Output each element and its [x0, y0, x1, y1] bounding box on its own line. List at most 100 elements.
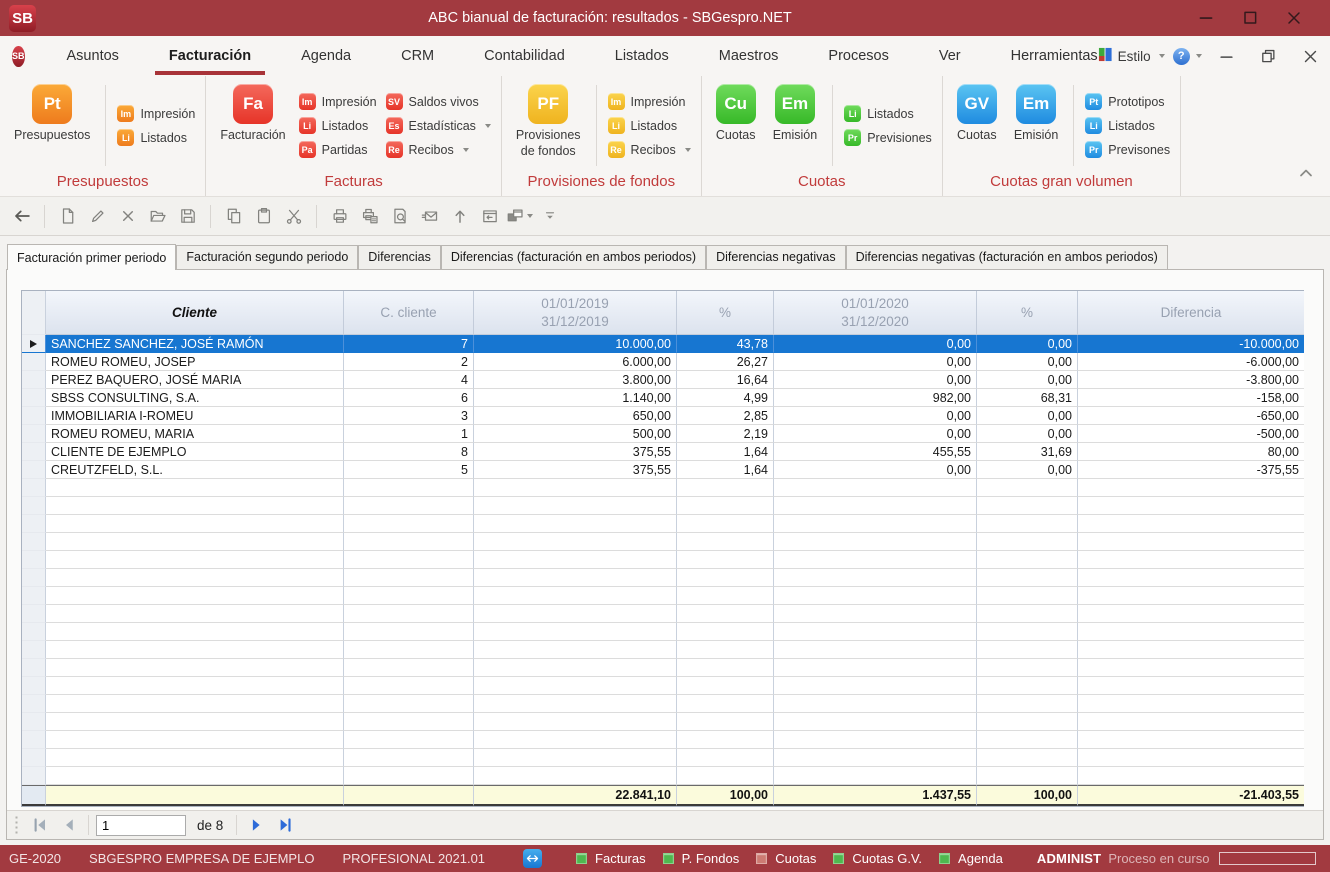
- ribbon-collapse-button[interactable]: [1296, 163, 1316, 188]
- column-header-periodo1[interactable]: 01/01/2019 31/12/2019: [474, 291, 677, 335]
- export-up-icon[interactable]: [446, 203, 473, 230]
- cell[interactable]: -500,00: [1078, 425, 1304, 443]
- paste-clipboard-icon[interactable]: [250, 203, 277, 230]
- cut-scissors-icon[interactable]: [280, 203, 307, 230]
- tab-diferencias[interactable]: Diferencias: [358, 245, 441, 269]
- cell[interactable]: 1: [344, 425, 474, 443]
- style-menu[interactable]: Estilo: [1098, 47, 1165, 65]
- menu-item-asuntos[interactable]: Asuntos: [67, 36, 119, 76]
- tab-diferencias-negativas[interactable]: Diferencias negativas: [706, 245, 846, 269]
- cell[interactable]: 2,19: [677, 425, 774, 443]
- ribbon-button-presupuestos[interactable]: PtPresupuestos: [10, 83, 94, 145]
- ribbon-button-recibos[interactable]: ReRecibos: [608, 141, 691, 158]
- cell[interactable]: 0,00: [977, 353, 1078, 371]
- cell[interactable]: ROMEU ROMEU, MARIA: [46, 425, 344, 443]
- cell[interactable]: ROMEU ROMEU, JOSEP: [46, 353, 344, 371]
- cell[interactable]: CLIENTE DE EJEMPLO: [46, 443, 344, 461]
- cell[interactable]: 0,00: [977, 371, 1078, 389]
- table-row[interactable]: ROMEU ROMEU, MARIA1500,002,190,000,00-50…: [22, 425, 1303, 443]
- open-folder-icon[interactable]: [144, 203, 171, 230]
- cell[interactable]: 0,00: [774, 335, 977, 353]
- menu-item-agenda[interactable]: Agenda: [301, 36, 351, 76]
- delete-x-icon[interactable]: [114, 203, 141, 230]
- cell[interactable]: -650,00: [1078, 407, 1304, 425]
- save-disk-icon[interactable]: [174, 203, 201, 230]
- table-row[interactable]: ROMEU ROMEU, JOSEP26.000,0026,270,000,00…: [22, 353, 1303, 371]
- cell[interactable]: 982,00: [774, 389, 977, 407]
- ribbon-button-emisi-n[interactable]: EmEmisión: [769, 83, 821, 145]
- app-menu-logo[interactable]: SB: [12, 46, 25, 67]
- cell[interactable]: 0,00: [977, 461, 1078, 479]
- cell[interactable]: IMMOBILIARIA I-ROMEU: [46, 407, 344, 425]
- cell[interactable]: SBSS CONSULTING, S.A.: [46, 389, 344, 407]
- cell[interactable]: 0,00: [977, 425, 1078, 443]
- table-row[interactable]: CLIENTE DE EJEMPLO8375,551,64455,5531,69…: [22, 443, 1303, 461]
- cell[interactable]: PEREZ BAQUERO, JOSÉ MARIA: [46, 371, 344, 389]
- cell[interactable]: 4,99: [677, 389, 774, 407]
- ribbon-button-prototipos[interactable]: PtPrototipos: [1085, 93, 1170, 110]
- copy-document-icon[interactable]: [220, 203, 247, 230]
- ribbon-button-estad-sticas[interactable]: EsEstadísticas: [386, 117, 491, 134]
- cell[interactable]: 375,55: [474, 461, 677, 479]
- ribbon-button-listados[interactable]: LiListados: [117, 129, 195, 146]
- menu-item-herramientas[interactable]: Herramientas: [1011, 36, 1098, 76]
- print-icon[interactable]: [326, 203, 353, 230]
- menu-item-crm[interactable]: CRM: [401, 36, 434, 76]
- column-header-pct2[interactable]: %: [977, 291, 1078, 335]
- cell[interactable]: 1,64: [677, 443, 774, 461]
- table-row[interactable]: PEREZ BAQUERO, JOSÉ MARIA43.800,0016,640…: [22, 371, 1303, 389]
- ribbon-button-listados[interactable]: LiListados: [299, 117, 377, 134]
- tab-diferencias-facturaci-n-en-ambos-periodos[interactable]: Diferencias (facturación en ambos period…: [441, 245, 706, 269]
- menu-item-maestros[interactable]: Maestros: [719, 36, 779, 76]
- minimize-icon[interactable]: [1184, 3, 1228, 33]
- ribbon-button-emisi-n[interactable]: EmEmisión: [1010, 83, 1062, 145]
- tab-diferencias-negativas-facturaci-n-en-ambos-periodos[interactable]: Diferencias negativas (facturación en am…: [846, 245, 1168, 269]
- maximize-icon[interactable]: [1228, 3, 1272, 33]
- child-restore-icon[interactable]: [1252, 43, 1286, 69]
- cell[interactable]: -375,55: [1078, 461, 1304, 479]
- cell[interactable]: 2,85: [677, 407, 774, 425]
- cell[interactable]: -158,00: [1078, 389, 1304, 407]
- ribbon-button-listados[interactable]: LiListados: [844, 105, 932, 122]
- ribbon-button-previsiones[interactable]: PrPrevisiones: [844, 129, 932, 146]
- child-minimize-icon[interactable]: [1210, 43, 1244, 69]
- cell[interactable]: 10.000,00: [474, 335, 677, 353]
- cell[interactable]: 6: [344, 389, 474, 407]
- cell[interactable]: 3: [344, 407, 474, 425]
- table-row[interactable]: CREUTZFELD, S.L.5375,551,640,000,00-375,…: [22, 461, 1303, 479]
- cell[interactable]: 80,00: [1078, 443, 1304, 461]
- help-menu[interactable]: ?: [1173, 48, 1202, 65]
- column-header-c-cliente[interactable]: C. cliente: [344, 291, 474, 335]
- tab-facturaci-n-segundo-periodo[interactable]: Facturación segundo periodo: [176, 245, 358, 269]
- ribbon-button-impresi-n[interactable]: ImImpresión: [299, 93, 377, 110]
- page-number-input[interactable]: [96, 815, 186, 836]
- column-header-diferencia[interactable]: Diferencia: [1078, 291, 1304, 335]
- cell[interactable]: SANCHEZ SANCHEZ, JOSÉ RAMÓN: [46, 335, 344, 353]
- cell[interactable]: 0,00: [977, 407, 1078, 425]
- print-preview-icon[interactable]: [386, 203, 413, 230]
- back-arrow-icon[interactable]: [8, 203, 35, 230]
- cascade-windows-icon[interactable]: [506, 203, 533, 230]
- ribbon-button-listados[interactable]: LiListados: [1085, 117, 1170, 134]
- cell[interactable]: -10.000,00: [1078, 335, 1304, 353]
- tab-facturaci-n-primer-periodo[interactable]: Facturación primer periodo: [7, 244, 176, 270]
- cell[interactable]: 1.140,00: [474, 389, 677, 407]
- cell[interactable]: 3.800,00: [474, 371, 677, 389]
- cell[interactable]: 0,00: [977, 335, 1078, 353]
- pager-prev-button[interactable]: [57, 814, 81, 836]
- cell[interactable]: 375,55: [474, 443, 677, 461]
- toolbar-overflow-icon[interactable]: [536, 203, 563, 230]
- cell[interactable]: 500,00: [474, 425, 677, 443]
- cell[interactable]: CREUTZFELD, S.L.: [46, 461, 344, 479]
- ribbon-button-partidas[interactable]: PaPartidas: [299, 141, 377, 158]
- pager-next-button[interactable]: [244, 814, 268, 836]
- ribbon-button-saldos-vivos[interactable]: SVSaldos vivos: [386, 93, 491, 110]
- close-icon[interactable]: [1272, 3, 1316, 33]
- cell[interactable]: -6.000,00: [1078, 353, 1304, 371]
- pager-first-button[interactable]: [28, 814, 52, 836]
- ribbon-button-impresi-n[interactable]: ImImpresión: [608, 93, 691, 110]
- cell[interactable]: 0,00: [774, 407, 977, 425]
- send-email-icon[interactable]: [416, 203, 443, 230]
- table-row[interactable]: SANCHEZ SANCHEZ, JOSÉ RAMÓN710.000,0043,…: [22, 335, 1303, 353]
- cell[interactable]: 0,00: [774, 461, 977, 479]
